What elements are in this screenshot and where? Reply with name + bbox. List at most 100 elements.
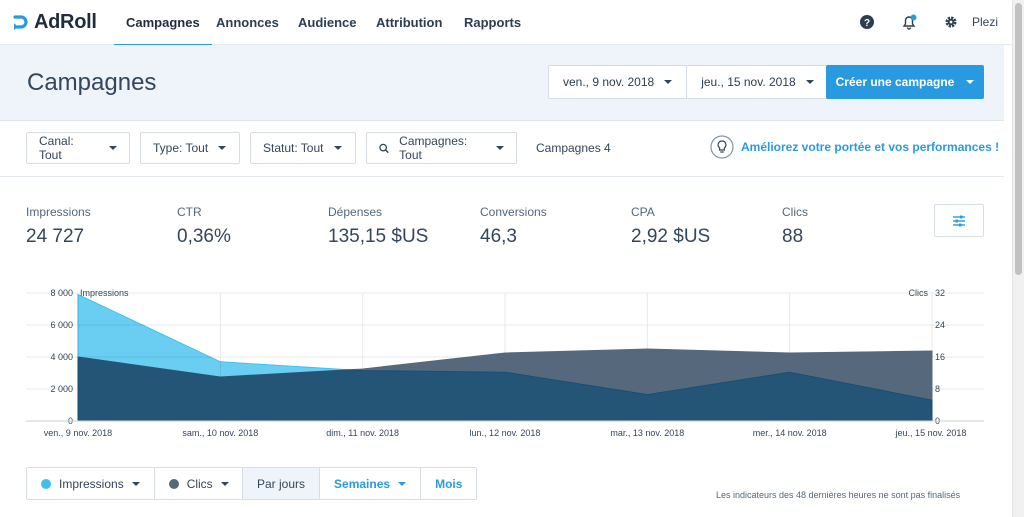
start-date-label: ven., 9 nov. 2018 bbox=[563, 75, 655, 89]
granularity-week-button[interactable]: Semaines bbox=[319, 468, 420, 499]
metrics-settings-button[interactable] bbox=[934, 204, 984, 237]
end-date-select[interactable]: jeu., 15 nov. 2018 bbox=[686, 66, 828, 98]
left-axis-title: Impressions bbox=[80, 288, 129, 298]
metric-value: 0,36% bbox=[177, 226, 231, 247]
top-navigation: AdRoll Campagnes Annonces Audience Attri… bbox=[0, 0, 1012, 46]
improve-performance-link[interactable]: Améliorez votre portée et vos performanc… bbox=[710, 135, 999, 159]
notification-bell-icon[interactable] bbox=[900, 13, 918, 31]
granularity-month-label: Mois bbox=[435, 476, 463, 491]
metric-label: Dépenses bbox=[328, 205, 383, 219]
left-axis-tick-label: 6 000 bbox=[50, 320, 73, 330]
right-axis-tick-label: 8 bbox=[935, 384, 940, 394]
chevron-down-icon bbox=[805, 80, 814, 84]
chevron-down-icon bbox=[131, 481, 140, 486]
left-axis-tick-label: 4 000 bbox=[50, 352, 73, 362]
status-filter[interactable]: Statut: Tout bbox=[250, 132, 356, 164]
granularity-toggle-group: Par jours Semaines Mois bbox=[242, 467, 478, 500]
x-axis-tick-label: lun., 12 nov. 2018 bbox=[470, 428, 541, 438]
nav-item-audience[interactable]: Audience bbox=[286, 0, 369, 45]
impressions-legend-dot bbox=[41, 478, 51, 489]
metric-impressions: Impressions 24 727 bbox=[26, 205, 91, 248]
page-title: Campagnes bbox=[27, 69, 157, 96]
channel-filter[interactable]: Canal: Tout bbox=[26, 132, 130, 164]
user-menu[interactable]: Plezi bbox=[972, 0, 998, 45]
lightbulb-icon bbox=[710, 135, 734, 159]
granularity-day-label: Par jours bbox=[257, 476, 306, 491]
adroll-logo[interactable]: AdRoll bbox=[12, 10, 97, 34]
adroll-logo-icon bbox=[13, 15, 28, 30]
right-axis-tick-label: 16 bbox=[935, 352, 945, 362]
gear-icon[interactable] bbox=[942, 13, 960, 31]
x-axis-tick-label: dim., 11 nov. 2018 bbox=[326, 428, 399, 438]
chevron-down-icon bbox=[220, 481, 229, 486]
metric-value: 135,15 $US bbox=[328, 226, 429, 247]
right-axis-tick-label: 32 bbox=[935, 288, 945, 298]
clics-legend-dot bbox=[168, 478, 179, 489]
impressions-series-toggle[interactable]: Impressions bbox=[27, 468, 154, 499]
chevron-down-icon bbox=[333, 146, 342, 150]
page-scrollbar[interactable] bbox=[1012, 0, 1024, 517]
granularity-day-button[interactable]: Par jours bbox=[243, 468, 320, 499]
granularity-week-label: Semaines bbox=[334, 476, 391, 491]
metric-label: Impressions bbox=[26, 205, 91, 219]
status-filter-label: Statut: Tout bbox=[263, 141, 324, 155]
campaign-performance-chart: 02 0004 0006 0008 00008162432Impressions… bbox=[26, 288, 984, 438]
svg-text:?: ? bbox=[864, 18, 870, 29]
campaign-count: Campagnes 4 bbox=[536, 141, 611, 155]
x-axis-tick-label: ven., 9 nov. 2018 bbox=[44, 428, 112, 438]
improve-performance-text: Améliorez votre portée et vos performanc… bbox=[741, 140, 1000, 154]
nav-item-attribution[interactable]: Attribution bbox=[364, 0, 454, 45]
metric-ctr: CTR 0,36% bbox=[177, 205, 231, 248]
campaigns-filter-label: Campagnes: Tout bbox=[399, 134, 468, 162]
type-filter[interactable]: Type: Tout bbox=[140, 132, 240, 164]
page-header: Campagnes ven., 9 nov. 2018 jeu., 15 nov… bbox=[0, 45, 1004, 121]
filter-bar: Canal: Tout Type: Tout Statut: Tout Camp… bbox=[0, 122, 1004, 177]
chevron-down-icon bbox=[398, 481, 407, 486]
scrollbar-thumb[interactable] bbox=[1015, 3, 1022, 275]
x-axis-tick-label: mer., 14 nov. 2018 bbox=[753, 428, 827, 438]
metric-label: Conversions bbox=[480, 205, 547, 219]
metric-cpa: CPA 2,92 $US bbox=[631, 205, 710, 248]
sliders-icon bbox=[953, 215, 965, 226]
date-range-picker: ven., 9 nov. 2018 jeu., 15 nov. 2018 bbox=[548, 65, 829, 99]
help-icon[interactable]: ? bbox=[858, 13, 876, 31]
x-axis-tick-label: mar., 13 nov. 2018 bbox=[610, 428, 684, 438]
metric-depenses: Dépenses 135,15 $US bbox=[328, 205, 428, 248]
left-axis-tick-label: 8 000 bbox=[50, 288, 73, 298]
nav-item-campagnes[interactable]: Campagnes bbox=[114, 0, 212, 46]
end-date-label: jeu., 15 nov. 2018 bbox=[701, 75, 796, 89]
metric-value: 2,92 $US bbox=[631, 226, 711, 247]
right-axis-tick-label: 24 bbox=[935, 320, 945, 330]
chevron-down-icon bbox=[664, 80, 673, 84]
channel-filter-label: Canal: Tout bbox=[39, 134, 74, 162]
impressions-series-label: Impressions bbox=[59, 476, 124, 491]
metric-label: CPA bbox=[631, 205, 655, 219]
metric-value: 88 bbox=[782, 226, 804, 247]
chevron-down-icon bbox=[218, 146, 227, 150]
metric-clics: Clics 88 bbox=[782, 205, 808, 248]
nav-item-rapports[interactable]: Rapports bbox=[452, 0, 533, 45]
metric-value: 46,3 bbox=[480, 226, 517, 247]
start-date-select[interactable]: ven., 9 nov. 2018 bbox=[549, 66, 686, 98]
series-toggle-group: Impressions Clics bbox=[26, 467, 244, 500]
search-icon bbox=[379, 143, 389, 153]
metric-conversions: Conversions 46,3 bbox=[480, 205, 547, 248]
right-axis-title: Clics bbox=[909, 288, 929, 298]
clics-series-toggle[interactable]: Clics bbox=[153, 468, 243, 499]
left-axis-tick-label: 2 000 bbox=[50, 384, 73, 394]
chevron-down-icon bbox=[966, 80, 975, 84]
x-axis-tick-label: sam., 10 nov. 2018 bbox=[182, 428, 258, 438]
create-campaign-button[interactable]: Créer une campagne bbox=[826, 65, 984, 99]
metric-label: Clics bbox=[782, 205, 808, 219]
brand-name: AdRoll bbox=[34, 10, 97, 33]
nav-item-annonces[interactable]: Annonces bbox=[204, 0, 291, 45]
x-axis-tick-label: jeu., 15 nov. 2018 bbox=[895, 428, 967, 438]
create-campaign-label: Créer une campagne bbox=[835, 75, 955, 89]
clics-series-label: Clics bbox=[186, 476, 213, 491]
data-finalization-note: Les indicateurs des 48 dernières heures … bbox=[716, 490, 961, 500]
type-filter-label: Type: Tout bbox=[153, 141, 209, 155]
campaigns-filter[interactable]: Campagnes: Tout bbox=[366, 132, 517, 164]
granularity-month-button[interactable]: Mois bbox=[420, 468, 476, 499]
chevron-down-icon bbox=[109, 146, 117, 150]
metric-label: CTR bbox=[177, 205, 202, 219]
